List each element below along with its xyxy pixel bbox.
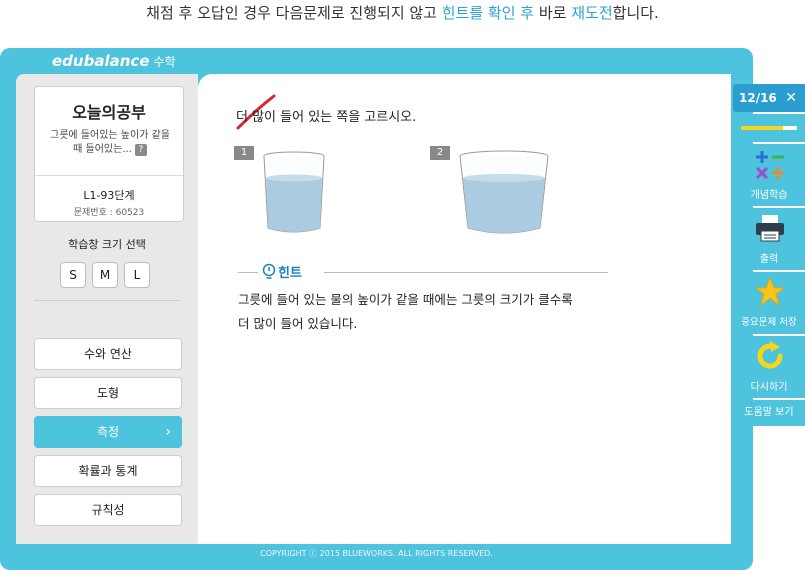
option-badge-2: 2 [430, 146, 450, 160]
caption-text-1: 채점 후 오답인 경우 다음문제로 진행되지 않고 [146, 4, 442, 22]
progress-fill [741, 126, 783, 130]
concept-study-button[interactable]: 개념학습 [733, 144, 805, 206]
size-button-s[interactable]: S [60, 262, 86, 288]
nav-item-measurement[interactable]: 측정 › [34, 416, 182, 448]
cup-option-2[interactable] [454, 148, 554, 238]
question-text: 더 많이 들어 있는 쪽을 고르시오. [236, 110, 417, 125]
hint-text-line-2: 더 많이 들어 있습니다. [238, 316, 358, 331]
app-logo: edubalance 수학 [52, 52, 176, 70]
help-label: 도움말 보기 [744, 407, 794, 418]
retry-button[interactable]: 다시하기 [733, 336, 805, 398]
instruction-caption: 채점 후 오답인 경우 다음문제로 진행되지 않고 힌트를 확인 후 바로 재도… [0, 0, 805, 30]
left-panel: 오늘의공부 그릇에 들어있는 높이가 같을 때 들어있는...? L1-93단계… [16, 74, 198, 544]
cup-option-1[interactable] [254, 148, 334, 238]
nav-item-label: 규칙성 [91, 503, 125, 517]
hint-header: 힌트 [238, 262, 608, 282]
hint-label: 힌트 [278, 266, 302, 281]
nav-item-patterns[interactable]: 규칙성 [34, 494, 182, 526]
caption-highlight-retry: 재도전 [571, 4, 613, 22]
printer-icon [756, 215, 784, 242]
help-button[interactable]: 도움말 보기 [733, 400, 805, 426]
hint-text: 그릇에 들어 있는 물의 높이가 같을 때에는 그릇의 크기가 클수록 더 많이… [238, 288, 638, 336]
progress-bar [733, 114, 805, 142]
save-important-label: 중요문제 저장 [741, 317, 797, 328]
caption-highlight-hint: 힌트를 확인 후 [441, 4, 535, 22]
math-symbols-icon [755, 151, 784, 180]
nav-item-geometry[interactable]: 도형 [34, 377, 182, 409]
help-icon[interactable]: ? [134, 144, 147, 156]
concept-study-label: 개념학습 [750, 190, 788, 201]
star-icon [755, 277, 785, 307]
nav-item-label: 확률과 통계 [78, 464, 138, 478]
left-divider [34, 300, 180, 301]
hint-divider-right [324, 272, 608, 273]
lightbulb-icon [262, 263, 276, 279]
refresh-icon [757, 341, 783, 369]
question-area: 더 많이 들어 있는 쪽을 고르시오. 1 2 힌트 그릇에 들어 있는 물의 … [198, 74, 731, 544]
hint-divider-left [238, 272, 258, 273]
logo-text: edubalance [52, 52, 150, 70]
print-label: 출력 [759, 254, 779, 265]
save-important-button[interactable]: 중요문제 저장 [733, 272, 805, 334]
question-counter: 12/16 ✕ [733, 84, 805, 112]
retry-label: 다시하기 [750, 382, 788, 393]
logo-subject: 수학 [153, 55, 176, 69]
size-button-l[interactable]: L [124, 262, 150, 288]
close-icon[interactable]: ✕ [785, 84, 797, 112]
study-card-title: 오늘의공부 [72, 103, 146, 122]
level-label: L1-93단계 [83, 189, 135, 202]
chevron-right-icon: › [165, 424, 171, 440]
hint-text-line-1: 그릇에 들어 있는 물의 높이가 같을 때에는 그릇의 크기가 클수록 [238, 292, 573, 307]
option-badge-1: 1 [234, 146, 254, 160]
question-figure: 1 2 [234, 144, 634, 244]
nav-item-label: 도형 [96, 386, 120, 400]
caption-text-3: 합니다. [612, 4, 659, 22]
print-button[interactable]: 출력 [733, 208, 805, 270]
card-divider [35, 175, 183, 176]
study-card-desc: 그릇에 들어있는 높이가 같을 때 들어있는...? [45, 129, 175, 157]
study-card-desc-text: 그릇에 들어있는 높이가 같을 때 들어있는... [50, 130, 170, 155]
size-select-label: 학습창 크기 선택 [68, 238, 146, 251]
progress-track [741, 126, 797, 130]
problem-number: 문제번호 : 60523 [73, 208, 145, 218]
study-card: 오늘의공부 그릇에 들어있는 높이가 같을 때 들어있는...? L1-93단계… [34, 86, 184, 222]
nav-item-probability-statistics[interactable]: 확률과 통계 [34, 455, 182, 487]
question-counter-text: 12/16 [739, 91, 777, 105]
nav-item-number-operations[interactable]: 수와 연산 [34, 338, 182, 370]
size-button-m[interactable]: M [92, 262, 118, 288]
nav-item-label: 측정 [96, 425, 120, 439]
caption-text-2: 바로 [534, 4, 572, 22]
copyright-footer: COPYRIGHT ⓒ 2015 BLUEWORKS. ALL RIGHTS R… [260, 549, 493, 558]
nav-item-label: 수와 연산 [84, 347, 132, 361]
